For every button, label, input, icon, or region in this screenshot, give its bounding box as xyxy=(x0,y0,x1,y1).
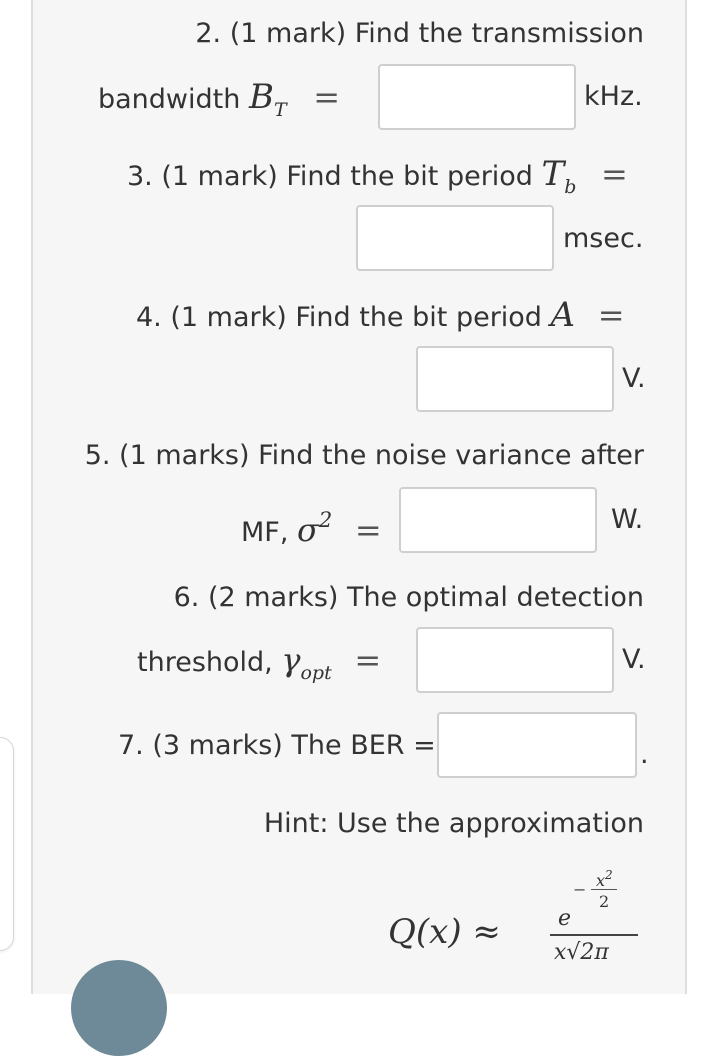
side-card xyxy=(0,737,14,951)
q6-label: threshold, γopt = xyxy=(137,641,382,684)
q5-label: MF, σ2 = xyxy=(241,508,382,549)
formula-fraction-bar xyxy=(550,934,638,936)
q2-symbol: BT xyxy=(248,77,287,121)
avatar[interactable] xyxy=(71,960,167,1056)
q6-lead: threshold, xyxy=(137,647,273,678)
q3-answer-input[interactable] xyxy=(356,205,554,271)
hint-text: Hint: Use the approximation xyxy=(263,808,644,839)
q3-label: 3. (1 mark) Find the bit period Tb = xyxy=(127,154,628,198)
q2-lead: bandwidth xyxy=(98,84,241,115)
formula-lhs: Q(x) ≈ xyxy=(388,912,501,952)
q6-text: 6. (2 marks) The optimal detection xyxy=(173,582,644,613)
formula-exp-minus: − xyxy=(573,880,587,899)
q5-symbol: σ2 xyxy=(297,508,333,549)
q2-text: 2. (1 mark) Find the transmission xyxy=(195,18,644,49)
q4-symbol: A xyxy=(550,295,576,335)
q4-answer-input[interactable] xyxy=(416,346,614,412)
q6-symbol: γopt xyxy=(281,641,332,684)
formula-exp-bar xyxy=(591,889,617,890)
q3-symbol: Tb xyxy=(541,154,577,198)
q7-unit: . xyxy=(640,739,649,770)
q4-label: 4. (1 mark) Find the bit period A = xyxy=(136,295,625,335)
formula-exp-den: 2 xyxy=(599,892,610,911)
formula-denominator: x√2π xyxy=(554,940,609,965)
q6-unit: V. xyxy=(622,644,646,675)
q5-lead: MF, xyxy=(241,517,289,548)
q6-answer-input[interactable] xyxy=(416,627,614,693)
q5-unit: W. xyxy=(611,504,644,535)
q3-unit: msec. xyxy=(563,223,644,254)
q7-answer-input[interactable] xyxy=(437,712,637,778)
q2-label: bandwidth BT = xyxy=(98,77,341,121)
q4-unit: V. xyxy=(622,363,646,394)
hint-formula: Q(x) ≈ e − x2 2 x√2π xyxy=(388,862,648,972)
q2-unit: kHz. xyxy=(584,81,643,112)
q7-label: 7. (3 marks) The BER = xyxy=(118,730,436,761)
q5-answer-input[interactable] xyxy=(399,487,597,553)
q5-text: 5. (1 marks) Find the noise variance aft… xyxy=(84,440,644,471)
formula-exp-num: x2 xyxy=(596,868,613,890)
formula-num-base: e xyxy=(558,906,572,931)
q2-answer-input[interactable] xyxy=(378,64,576,130)
